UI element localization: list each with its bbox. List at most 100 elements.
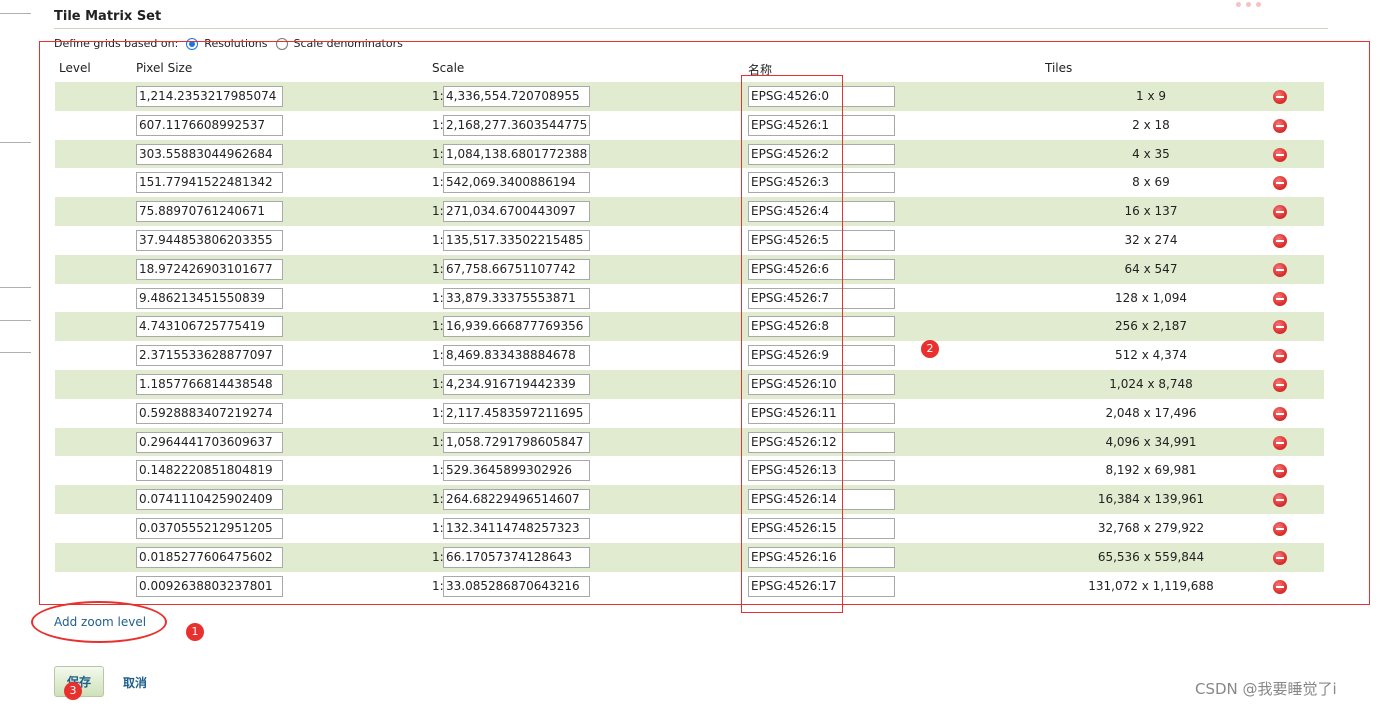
scale-input[interactable]: 132.34114748257323 <box>443 517 590 539</box>
name-input[interactable]: EPSG:4526:2 <box>748 143 895 165</box>
scale-input[interactable]: 542,069.3400886194 <box>443 172 590 194</box>
pixel-size-input[interactable]: 37.944853806203355 <box>136 229 283 251</box>
scale-input[interactable]: 4,336,554.720708955 <box>443 86 590 107</box>
scale-input[interactable]: 16,939.666877769356 <box>443 316 590 338</box>
scale-input[interactable]: 8,469.833438884678 <box>443 345 590 367</box>
name-input[interactable]: EPSG:4526:10 <box>748 373 895 395</box>
minus-circle-icon[interactable] <box>1273 406 1287 421</box>
radio-scale-denominators-label[interactable]: Scale denominators <box>294 37 403 50</box>
minus-circle-icon[interactable] <box>1273 118 1287 133</box>
name-input[interactable]: EPSG:4526:11 <box>748 402 895 424</box>
table-row: 170.00926388032378011:33.085286870643216… <box>55 572 1324 601</box>
tiles-cell: 4 x 35 <box>1132 146 1170 161</box>
scale-prefix: 1: <box>432 463 444 478</box>
scale-input[interactable]: 529.3645899302926 <box>443 460 590 482</box>
table-row: 84.7431067257754191:16,939.666877769356E… <box>55 312 1324 342</box>
scale-prefix: 1: <box>432 520 444 535</box>
pixel-size-input[interactable]: 0.0370555212951205 <box>136 517 283 539</box>
name-input[interactable]: EPSG:4526:1 <box>748 114 895 136</box>
tiles-cell: 2 x 18 <box>1132 117 1170 132</box>
annotation-badge-1: 1 <box>186 623 204 641</box>
scale-input[interactable]: 264.68229496514607 <box>443 489 590 511</box>
radio-resolutions-label[interactable]: Resolutions <box>204 37 267 50</box>
annotation-badge-2: 2 <box>921 340 939 358</box>
minus-circle-icon[interactable] <box>1273 291 1287 306</box>
pixel-size-input[interactable]: 18.972426903101677 <box>136 258 283 280</box>
tiles-cell: 4,096 x 34,991 <box>1105 434 1197 449</box>
tiles-cell: 256 x 2,187 <box>1115 319 1187 334</box>
add-zoom-level-link[interactable]: Add zoom level <box>54 615 146 629</box>
minus-circle-icon[interactable] <box>1273 90 1287 104</box>
name-input[interactable]: EPSG:4526:13 <box>748 460 895 482</box>
table-row: 92.37155336288770971:8,469.833438884678E… <box>55 341 1324 370</box>
minus-circle-icon[interactable] <box>1273 579 1287 594</box>
edge-line <box>0 13 31 14</box>
pixel-size-input[interactable]: 151.77941522481342 <box>136 172 283 194</box>
name-input[interactable]: EPSG:4526:7 <box>748 287 895 309</box>
name-input[interactable]: EPSG:4526:0 <box>748 86 895 107</box>
pixel-size-input[interactable]: 0.0741110425902409 <box>136 489 283 511</box>
name-input[interactable]: EPSG:4526:16 <box>748 546 895 568</box>
radio-scale-denominators[interactable] <box>275 37 288 50</box>
scale-prefix: 1: <box>432 146 444 161</box>
pixel-size-input[interactable]: 0.1482220851804819 <box>136 460 283 482</box>
name-input[interactable]: EPSG:4526:4 <box>748 201 895 223</box>
pixel-size-input[interactable]: 4.743106725775419 <box>136 316 283 338</box>
header-level: Level <box>59 61 91 75</box>
pixel-size-input[interactable]: 2.3715533628877097 <box>136 345 283 367</box>
edge-line <box>0 287 31 288</box>
table-row: 101.18577668144385481:4,234.916719442339… <box>55 369 1324 399</box>
scale-input[interactable]: 1,058.7291798605847 <box>443 431 590 453</box>
pixel-size-input[interactable]: 0.0092638803237801 <box>136 575 283 597</box>
pixel-size-input[interactable]: 75.88970761240671 <box>136 201 283 223</box>
table-row: 160.01852776064756021:66.17057374128643E… <box>55 542 1324 572</box>
minus-circle-icon[interactable] <box>1273 377 1287 392</box>
name-input[interactable]: EPSG:4526:17 <box>748 575 895 597</box>
pixel-size-input[interactable]: 0.0185277606475602 <box>136 546 283 568</box>
minus-circle-icon[interactable] <box>1273 147 1287 162</box>
scale-input[interactable]: 1,084,138.6801772388 <box>443 143 590 165</box>
pixel-size-input[interactable]: 1,214.2353217985074 <box>136 86 283 107</box>
minus-circle-icon[interactable] <box>1273 521 1287 536</box>
tiles-cell: 8,192 x 69,981 <box>1105 463 1197 478</box>
name-input[interactable]: EPSG:4526:12 <box>748 431 895 453</box>
pixel-size-input[interactable]: 9.486213451550839 <box>136 287 283 309</box>
pixel-size-input[interactable]: 607.1176608992537 <box>136 114 283 136</box>
name-input[interactable]: EPSG:4526:8 <box>748 316 895 338</box>
scale-input[interactable]: 33.085286870643216 <box>443 575 590 597</box>
scale-input[interactable]: 67,758.66751107742 <box>443 258 590 280</box>
scale-prefix: 1: <box>432 376 444 391</box>
scale-input[interactable]: 33,879.33375553871 <box>443 287 590 309</box>
cancel-link[interactable]: 取消 <box>123 674 147 691</box>
minus-circle-icon[interactable] <box>1273 435 1287 450</box>
tiles-cell: 65,536 x 559,844 <box>1097 549 1205 564</box>
tiles-cell: 512 x 4,374 <box>1115 348 1187 363</box>
name-input[interactable]: EPSG:4526:14 <box>748 489 895 511</box>
name-input[interactable]: EPSG:4526:3 <box>748 172 895 194</box>
radio-resolutions[interactable] <box>186 37 199 50</box>
scale-input[interactable]: 135,517.33502215485 <box>443 229 590 251</box>
minus-circle-icon[interactable] <box>1273 262 1287 277</box>
name-input[interactable]: EPSG:4526:5 <box>748 229 895 251</box>
scale-input[interactable]: 2,168,277.3603544775 <box>443 114 590 136</box>
pixel-size-input[interactable]: 0.5928883407219274 <box>136 402 283 424</box>
table-row: 01,214.23532179850741:4,336,554.72070895… <box>55 82 1324 111</box>
scale-prefix: 1: <box>432 117 444 132</box>
pixel-size-input[interactable]: 0.2964441703609637 <box>136 431 283 453</box>
name-input[interactable]: EPSG:4526:6 <box>748 258 895 280</box>
scale-input[interactable]: 2,117.4583597211695 <box>443 402 590 424</box>
pixel-size-input[interactable]: 1.1857766814438548 <box>136 373 283 395</box>
scale-input[interactable]: 66.17057374128643 <box>443 546 590 568</box>
scale-input[interactable]: 271,034.6700443097 <box>443 201 590 223</box>
name-input[interactable]: EPSG:4526:15 <box>748 517 895 539</box>
name-input[interactable]: EPSG:4526:9 <box>748 345 895 367</box>
minus-circle-icon[interactable] <box>1273 233 1287 248</box>
column-headers: Level Pixel Size Scale 名称 Tiles <box>0 61 1384 77</box>
header-scale: Scale <box>432 61 465 75</box>
scale-input[interactable]: 4,234.916719442339 <box>443 373 590 395</box>
pixel-size-input[interactable]: 303.55883044962684 <box>136 143 283 165</box>
grid-options-label: Define grids based on: <box>54 37 179 50</box>
minus-circle-icon[interactable] <box>1273 550 1287 565</box>
table-row: 2303.558830449626841:1,084,138.680177238… <box>55 139 1324 169</box>
table-row: 537.9448538062033551:135,517.33502215485… <box>55 226 1324 255</box>
